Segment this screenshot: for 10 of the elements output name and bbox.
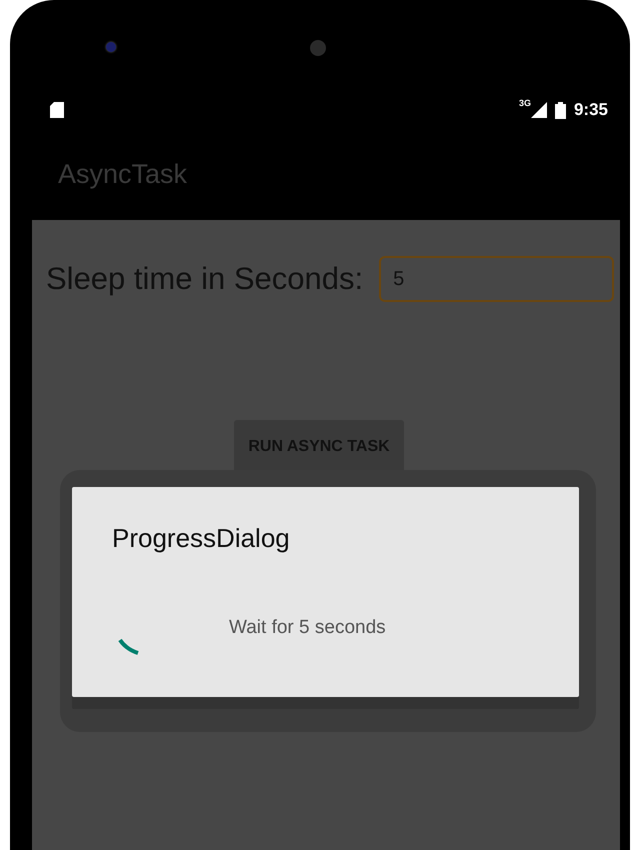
clock: 9:35 (574, 100, 608, 120)
sensor-icon (310, 40, 326, 56)
dialog-title: ProgressDialog (112, 523, 290, 554)
network-type: 3G (518, 98, 531, 108)
battery-icon (554, 102, 566, 118)
camera-icon (106, 42, 116, 52)
dialog-message: Wait for 5 seconds (229, 617, 386, 639)
sd-card-icon (50, 102, 64, 118)
signal-icon (530, 102, 547, 118)
app-title: AsyncTask (58, 158, 188, 190)
